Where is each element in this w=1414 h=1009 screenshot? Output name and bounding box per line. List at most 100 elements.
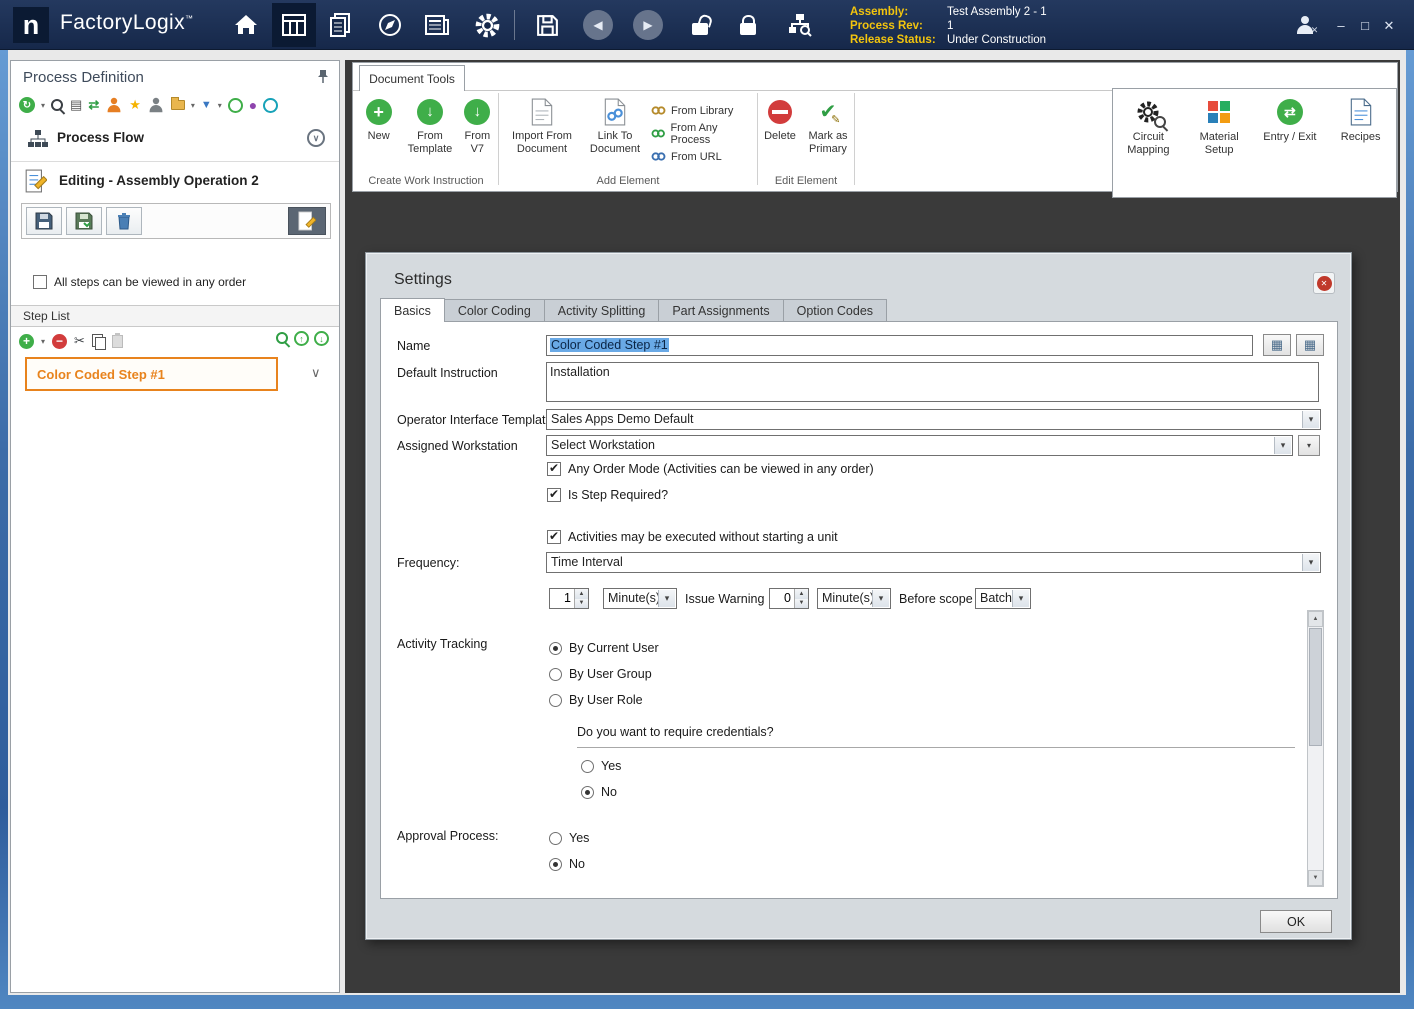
tracking-user-role-row[interactable]: By User Role (549, 693, 643, 707)
process-flow-row[interactable]: Process Flow (11, 123, 339, 155)
user-button[interactable] (1285, 3, 1329, 47)
step-chevron-icon[interactable] (311, 365, 321, 381)
refresh-icon[interactable] (19, 97, 35, 113)
name-input[interactable]: Color Coded Step #1 (546, 335, 1253, 356)
name-translate-button[interactable] (1296, 334, 1324, 356)
documents-button[interactable] (318, 3, 362, 47)
import-step-button[interactable] (66, 207, 102, 235)
scope-select[interactable]: Batch (975, 588, 1031, 609)
step-required-checkbox[interactable] (547, 488, 561, 502)
person-gray-icon[interactable] (149, 98, 163, 112)
star-icon[interactable] (129, 97, 141, 113)
step-required-checkbox-row[interactable]: Is Step Required? (547, 488, 668, 502)
link-to-document-button[interactable]: Link To Document (583, 97, 647, 155)
tracking-user-group-radio[interactable] (549, 668, 562, 681)
tab-color-coding[interactable]: Color Coding (445, 299, 545, 322)
without-unit-checkbox-row[interactable]: Activities may be executed without start… (547, 530, 838, 544)
close-window-button[interactable] (1380, 18, 1398, 34)
import-from-document-button[interactable]: Import From Document (505, 97, 579, 155)
tab-part-assignments[interactable]: Part Assignments (659, 299, 783, 322)
instruction-textarea[interactable]: Installation (546, 362, 1319, 402)
new-button[interactable]: New (357, 97, 401, 143)
remove-step-icon[interactable] (52, 334, 67, 349)
tracking-user-group-row[interactable]: By User Group (549, 667, 652, 681)
interval-unit-select[interactable]: Minute(s) (603, 588, 677, 609)
back-button[interactable] (576, 3, 620, 47)
delete-element-button[interactable]: Delete (759, 97, 801, 143)
approval-no-row[interactable]: No (549, 857, 585, 871)
approval-no-radio[interactable] (549, 858, 562, 871)
tab-activity-splitting[interactable]: Activity Splitting (545, 299, 660, 322)
paste-icon[interactable] (112, 335, 123, 348)
save-button[interactable] (525, 3, 569, 47)
delete-step-button[interactable] (106, 207, 142, 235)
process-definition-button[interactable] (272, 3, 316, 47)
green-ring-icon[interactable] (228, 98, 243, 113)
lock-button[interactable] (726, 3, 770, 47)
tab-option-codes[interactable]: Option Codes (784, 299, 887, 322)
caret-down-icon[interactable] (218, 101, 222, 110)
tracking-current-user-radio[interactable] (549, 642, 562, 655)
maximize-button[interactable] (1356, 18, 1374, 33)
material-setup-button[interactable]: Material Setup (1186, 97, 1252, 156)
purple-circle-icon[interactable] (249, 97, 257, 113)
binoculars-icon[interactable] (51, 99, 64, 112)
dropdown-arrow-icon[interactable] (1274, 437, 1291, 454)
credentials-yes-radio[interactable] (581, 760, 594, 773)
dropdown-arrow-icon[interactable] (1302, 411, 1319, 428)
collapse-down-icon[interactable] (307, 129, 325, 147)
folder-icon[interactable] (171, 100, 185, 110)
from-url-button[interactable]: From URL (651, 145, 757, 168)
move-up-icon[interactable] (294, 331, 309, 346)
step-list-item[interactable]: Color Coded Step #1 (25, 357, 278, 391)
dropdown-arrow-icon[interactable] (1012, 590, 1029, 607)
any-order-checkbox-row[interactable]: Any Order Mode (Activities can be viewed… (547, 462, 874, 476)
move-down-icon[interactable] (314, 331, 329, 346)
scroll-up-icon[interactable] (1308, 611, 1323, 627)
tab-document-tools[interactable]: Document Tools (359, 65, 465, 91)
name-format-button[interactable] (1263, 334, 1291, 356)
cut-icon[interactable] (74, 333, 85, 349)
spin-down-icon[interactable] (575, 599, 588, 609)
caret-down-icon[interactable] (41, 101, 45, 110)
template-select[interactable]: Sales Apps Demo Default (546, 409, 1321, 430)
credentials-no-radio[interactable] (581, 786, 594, 799)
dialog-scrollbar[interactable] (1307, 610, 1324, 887)
news-button[interactable] (415, 3, 459, 47)
workstation-extra-button[interactable] (1298, 435, 1320, 456)
tracking-current-user-row[interactable]: By Current User (549, 641, 659, 655)
filter-icon[interactable] (201, 99, 212, 111)
from-template-button[interactable]: From Template (404, 97, 456, 155)
spin-up-icon[interactable] (795, 589, 808, 599)
workstation-select[interactable]: Select Workstation (546, 435, 1293, 456)
forward-button[interactable] (626, 3, 670, 47)
interval-spinner[interactable]: 1 (549, 588, 589, 609)
mark-as-primary-button[interactable]: Mark as Primary (803, 97, 853, 155)
tab-basics[interactable]: Basics (380, 298, 445, 322)
from-v7-button[interactable]: From V7 (459, 97, 495, 155)
ok-button[interactable]: OK (1260, 910, 1332, 933)
recipes-button[interactable]: Recipes (1328, 97, 1394, 144)
search-step-icon[interactable] (276, 332, 289, 345)
unlock-button[interactable] (678, 3, 722, 47)
save-step-button[interactable] (26, 207, 62, 235)
transfer-icon[interactable] (88, 97, 99, 113)
approval-yes-row[interactable]: Yes (549, 831, 589, 845)
caret-down-icon[interactable] (191, 101, 195, 110)
from-any-process-button[interactable]: From Any Process (651, 122, 757, 145)
order-checkbox[interactable] (33, 275, 47, 289)
scrollbar-thumb[interactable] (1309, 628, 1322, 746)
spin-up-icon[interactable] (575, 589, 588, 599)
process-search-button[interactable] (778, 3, 822, 47)
add-step-caret-icon[interactable] (41, 337, 45, 346)
dialog-close-button[interactable] (1313, 272, 1335, 294)
spin-down-icon[interactable] (795, 599, 808, 609)
credentials-no-row[interactable]: No (581, 785, 617, 799)
dropdown-arrow-icon[interactable] (658, 590, 675, 607)
frequency-select[interactable]: Time Interval (546, 552, 1321, 573)
warning-spinner[interactable]: 0 (769, 588, 809, 609)
scroll-down-icon[interactable] (1308, 870, 1323, 886)
warning-unit-select[interactable]: Minute(s) (817, 588, 891, 609)
copy-icon[interactable] (92, 334, 105, 349)
approval-yes-radio[interactable] (549, 832, 562, 845)
